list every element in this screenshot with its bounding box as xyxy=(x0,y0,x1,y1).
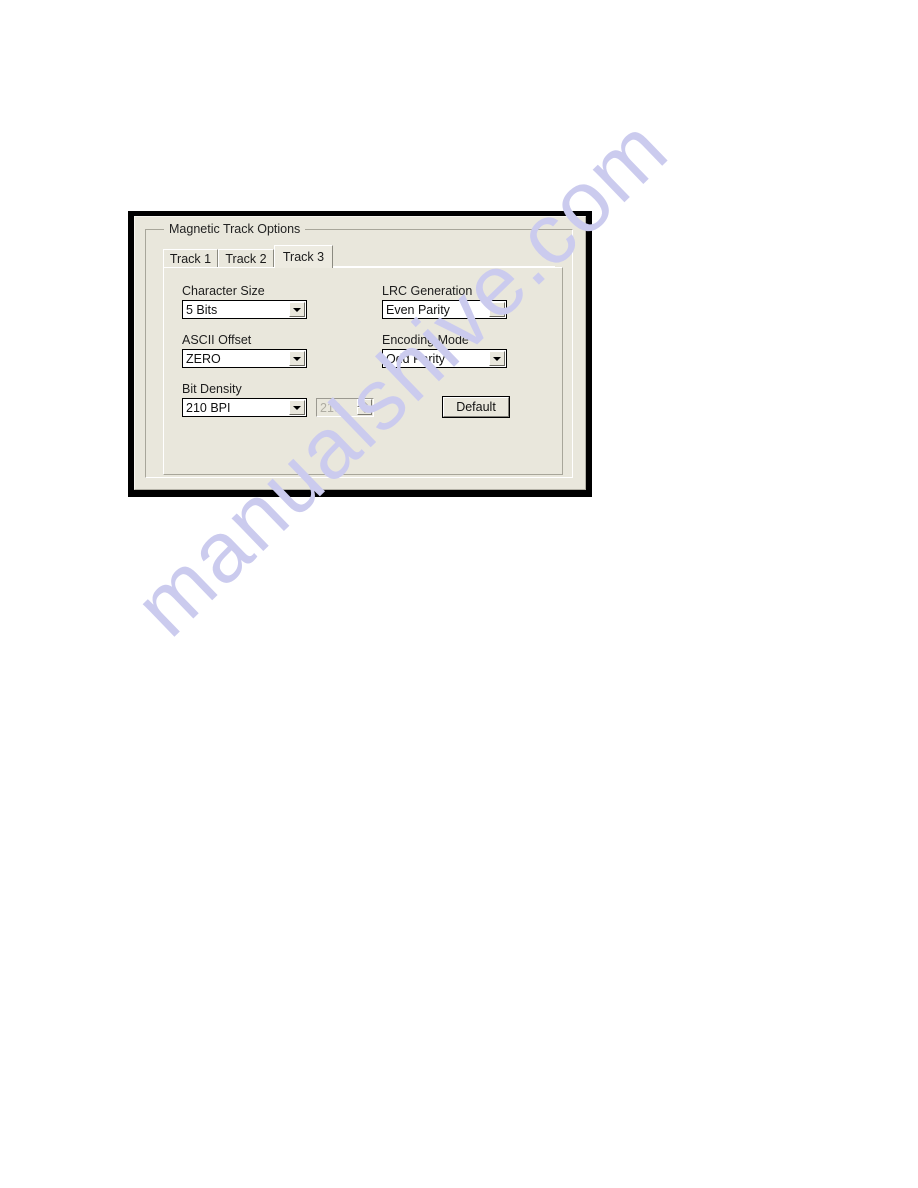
tab-track-1[interactable]: Track 1 xyxy=(163,249,218,268)
encoding-mode-chevron-down-icon[interactable] xyxy=(489,351,505,366)
dialog-client-area: Magnetic Track Options Track 1 Track 2 T… xyxy=(134,216,586,490)
encoding-mode-value: Odd Parity xyxy=(386,352,446,366)
bit-density-value: 210 BPI xyxy=(186,401,231,415)
track-tabs: Track 1 Track 2 Track 3 xyxy=(163,245,555,268)
ascii-offset-value: ZERO xyxy=(186,352,221,366)
bit-density-chevron-down-icon[interactable] xyxy=(289,400,305,415)
bit-density-field: Bit Density 210 BPI xyxy=(182,382,307,417)
ascii-offset-label: ASCII Offset xyxy=(182,333,252,347)
spinner-buttons xyxy=(357,399,372,416)
spinner-up-arrow-icon xyxy=(357,399,372,407)
default-button[interactable]: Default xyxy=(442,396,510,418)
lrc-generation-label: LRC Generation xyxy=(382,284,473,298)
character-size-value: 5 Bits xyxy=(186,303,218,317)
lrc-generation-chevron-down-icon[interactable] xyxy=(489,302,505,317)
lrc-generation-combobox[interactable]: Even Parity xyxy=(382,300,507,319)
character-size-combobox[interactable]: 5 Bits xyxy=(182,300,307,319)
ascii-offset-combobox[interactable]: ZERO xyxy=(182,349,307,368)
tab-track-3[interactable]: Track 3 xyxy=(274,245,333,268)
ascii-offset-chevron-down-icon[interactable] xyxy=(289,351,305,366)
tab-track-2[interactable]: Track 2 xyxy=(218,249,274,268)
bit-density-combobox[interactable]: 210 BPI xyxy=(182,398,307,417)
track-3-panel: Character Size 5 Bits LRC Generation Eve… xyxy=(163,267,563,475)
dialog-window: Magnetic Track Options Track 1 Track 2 T… xyxy=(128,211,592,497)
character-size-field: Character Size 5 Bits xyxy=(182,284,307,319)
encoding-mode-label: Encoding Mode xyxy=(382,333,469,347)
character-size-chevron-down-icon[interactable] xyxy=(289,302,305,317)
groupbox-title: Magnetic Track Options xyxy=(164,222,306,236)
bit-density-label: Bit Density xyxy=(182,382,242,396)
spinner-down-arrow-icon xyxy=(357,407,372,415)
ascii-offset-field: ASCII Offset ZERO xyxy=(182,333,307,368)
character-size-label: Character Size xyxy=(182,284,265,298)
bit-density-spinner: 210 xyxy=(316,398,374,417)
lrc-generation-value: Even Parity xyxy=(386,303,450,317)
encoding-mode-combobox[interactable]: Odd Parity xyxy=(382,349,507,368)
lrc-generation-field: LRC Generation Even Parity xyxy=(382,284,507,319)
encoding-mode-field: Encoding Mode Odd Parity xyxy=(382,333,507,368)
bit-density-spinner-value: 210 xyxy=(320,401,341,415)
